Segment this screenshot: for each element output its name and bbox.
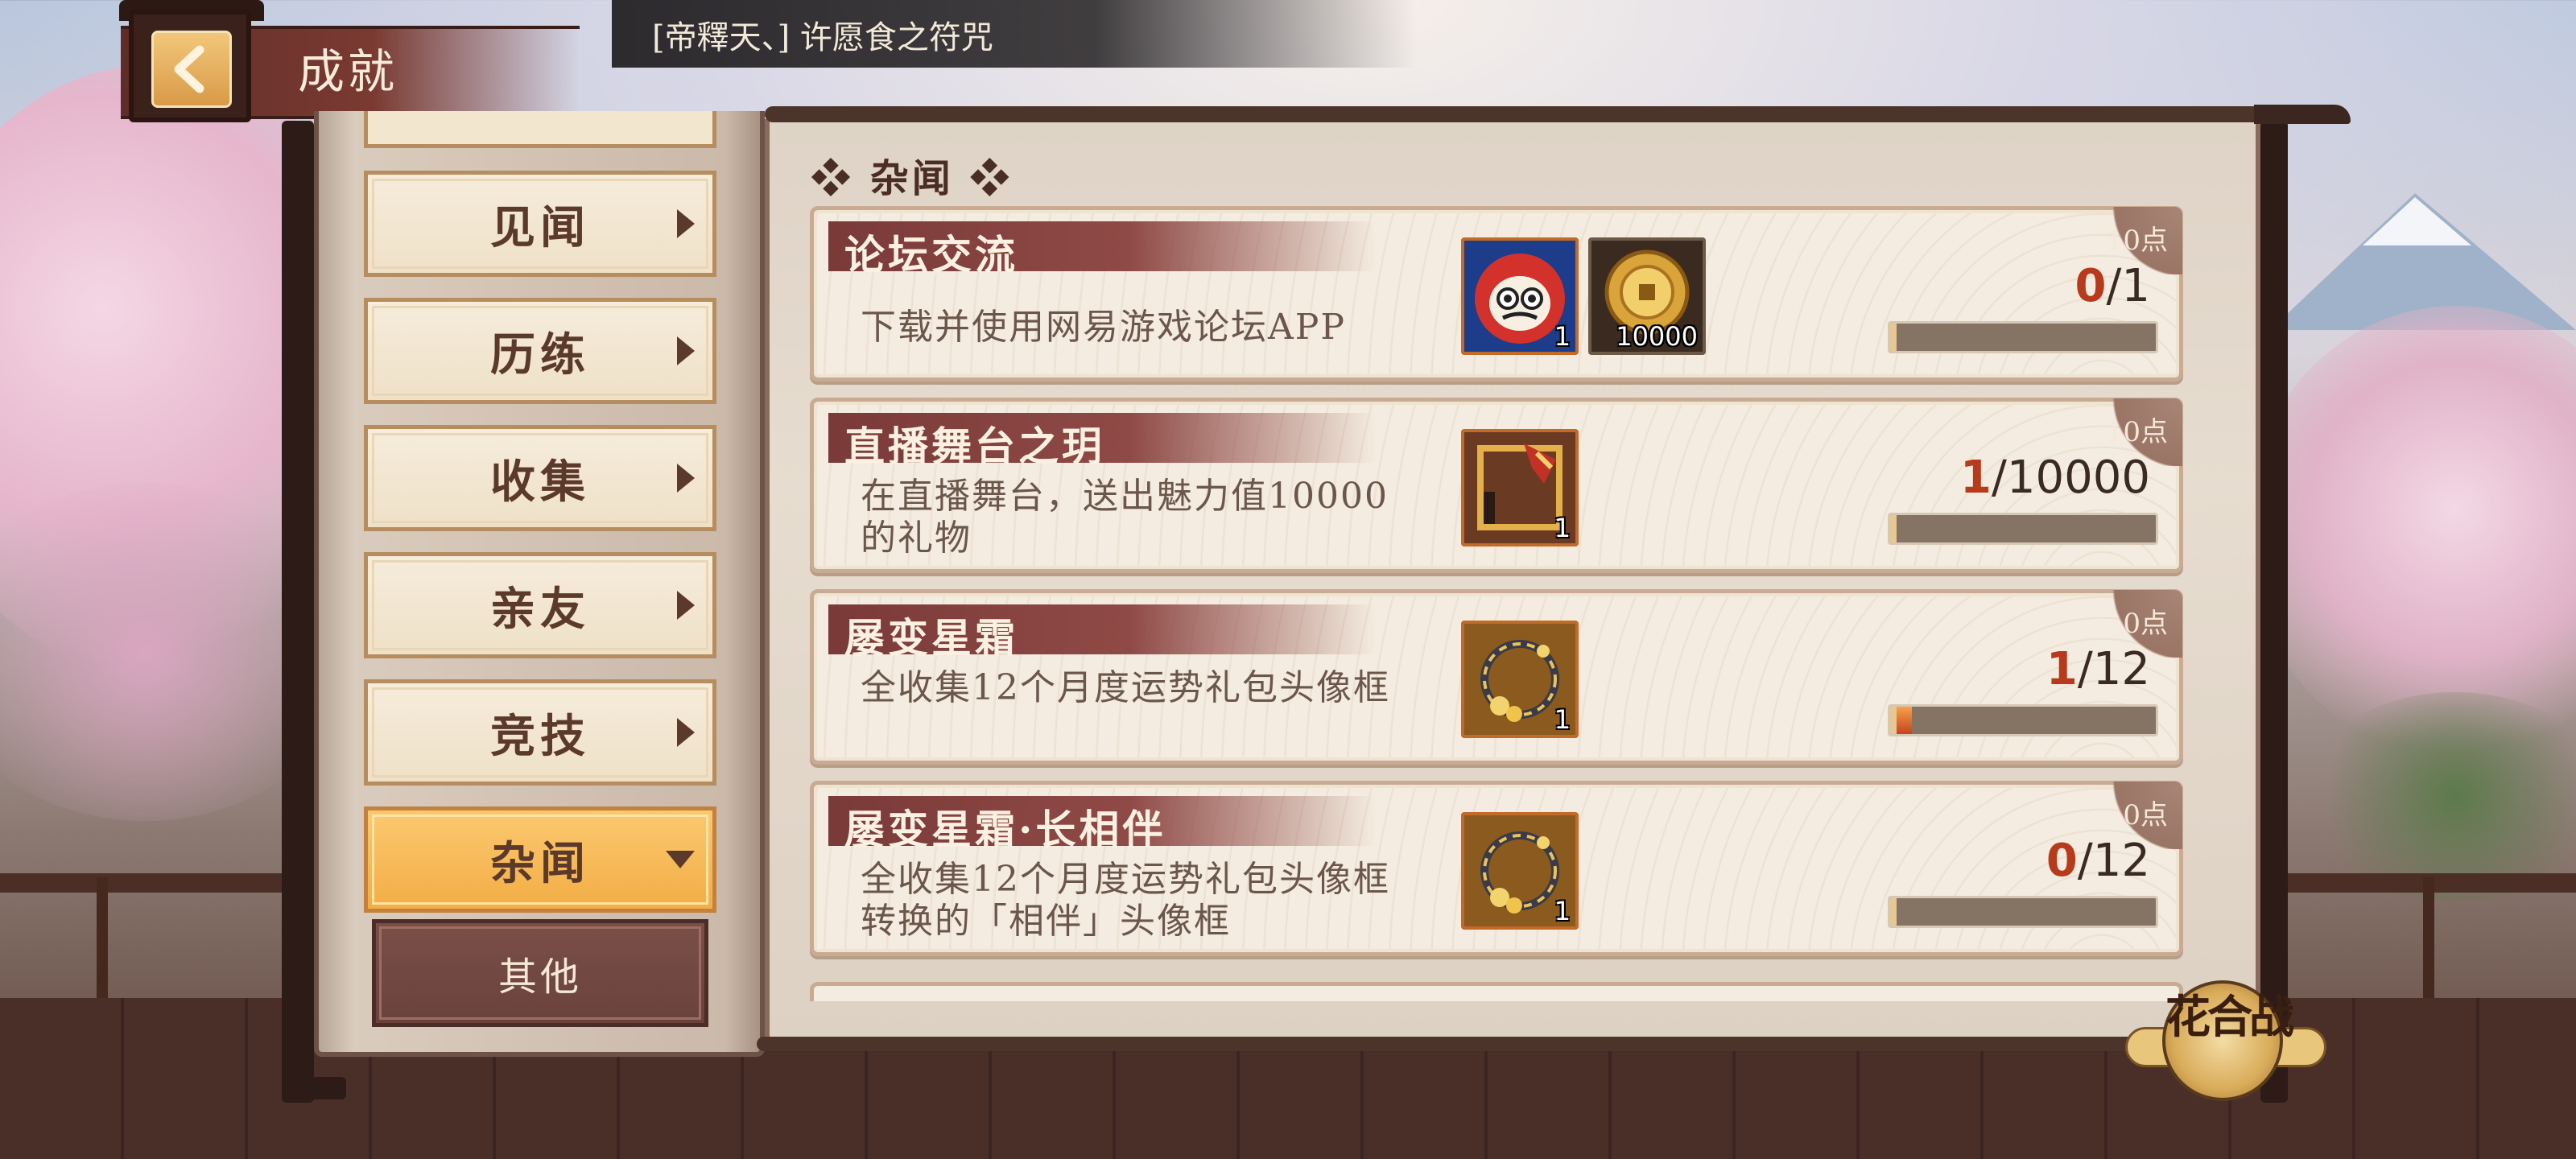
event-button-label: 花合战 bbox=[2165, 991, 2294, 1044]
reward-item[interactable]: 1 bbox=[1461, 621, 1579, 738]
progress-bar bbox=[1888, 321, 2158, 353]
main-scroll-rod bbox=[2260, 121, 2288, 1103]
sidebar-scroll-foot bbox=[282, 1077, 346, 1099]
points-label: 10点 bbox=[2105, 225, 2168, 257]
railing-post bbox=[97, 877, 108, 998]
progress-bar-cap bbox=[1890, 707, 1897, 734]
page-title: 成就 bbox=[298, 44, 398, 99]
mountain-scenery bbox=[2270, 193, 2576, 330]
reward-count: 10000 bbox=[1616, 321, 1698, 352]
achievement-card-partial[interactable] bbox=[810, 982, 2183, 1001]
sidebar-tab-partial[interactable] bbox=[364, 111, 716, 148]
back-arrow-icon bbox=[174, 45, 204, 93]
sidebar-tab-lilian[interactable]: 历练 bbox=[364, 298, 716, 404]
progress-current: 0 bbox=[2046, 835, 2078, 887]
sidebar-tab-label: 竞技 bbox=[490, 709, 590, 763]
cherry-blossom-right bbox=[2246, 306, 2576, 757]
section-title: ❖ 杂闻 ❖ bbox=[811, 156, 1013, 201]
main-scroll-top-rod bbox=[765, 106, 2286, 122]
chevron-right-icon bbox=[677, 336, 695, 365]
achievement-name: 论坛交流 bbox=[844, 231, 1018, 278]
progress-bar bbox=[1888, 704, 2158, 736]
achievement-description: 全收集12个月度运势礼包头像框转换的「相伴」头像框 bbox=[861, 859, 1390, 942]
sidebar-tab-jianwen[interactable]: 见闻 bbox=[364, 171, 716, 277]
main-scroll-cap bbox=[2254, 105, 2351, 124]
railing-post bbox=[2423, 877, 2434, 998]
hanafuda-event-button[interactable]: 花合战 bbox=[2125, 974, 2326, 1103]
reward-item[interactable]: 1 bbox=[1461, 429, 1579, 547]
chevron-down-icon bbox=[666, 851, 695, 868]
railing-right bbox=[2278, 873, 2576, 893]
player-name: [帝釋天、] 许愿食之符咒 bbox=[652, 19, 993, 56]
progress-current: 1 bbox=[2046, 643, 2078, 695]
sidebar-tab-shouji[interactable]: 收集 bbox=[364, 425, 716, 531]
achievement-card[interactable]: 屡变星霜·长相伴 全收集12个月度运势礼包头像框转换的「相伴」头像框 1 0/1… bbox=[810, 781, 2183, 956]
progress-bar bbox=[1888, 896, 2158, 928]
chevron-right-icon bbox=[677, 718, 695, 747]
progress-bar-cap bbox=[1890, 324, 1897, 351]
reward-count: 1 bbox=[1554, 896, 1571, 926]
sidebar-tab-label: 杂闻 bbox=[490, 836, 590, 890]
achievement-description: 下载并使用网易游戏论坛APP bbox=[861, 307, 1346, 348]
achievement-name: 屡变星霜·长相伴 bbox=[844, 806, 1166, 853]
sidebar-tab-zawen[interactable]: 杂闻 bbox=[364, 806, 716, 913]
sidebar-tab-label: 见闻 bbox=[490, 200, 590, 254]
points-label: 0点 bbox=[2123, 608, 2168, 640]
points-label: 0点 bbox=[2123, 799, 2168, 831]
reward-item[interactable]: 1 bbox=[1461, 237, 1579, 355]
achievement-description: 全收集12个月度运势礼包头像框 bbox=[861, 667, 1390, 708]
reward-item[interactable]: 10000 bbox=[1588, 237, 1706, 355]
chevron-right-icon bbox=[677, 464, 695, 493]
sidebar-subtab-label: 其他 bbox=[497, 955, 582, 1000]
progress-bar-cap bbox=[1890, 515, 1897, 542]
achievement-card[interactable]: 论坛交流 下载并使用网易游戏论坛APP 1 10000 0/1 10点 bbox=[810, 206, 2183, 382]
sidebar-tab-jingji[interactable]: 竞技 bbox=[364, 679, 716, 786]
reward-count: 1 bbox=[1554, 321, 1571, 352]
sidebar-tab-qinyou[interactable]: 亲友 bbox=[364, 552, 716, 658]
achievement-name: 屡变星霜 bbox=[844, 614, 1018, 662]
achievement-card[interactable]: 屡变星霜 全收集12个月度运势礼包头像框 1 1/12 0点 bbox=[810, 589, 2183, 765]
chevron-right-icon bbox=[677, 591, 695, 620]
achievement-description: 在直播舞台，送出魅力值10000的礼物 bbox=[861, 476, 1389, 559]
reward-count: 1 bbox=[1554, 513, 1571, 543]
sidebar-tab-label: 历练 bbox=[490, 328, 590, 382]
sidebar-tab-label: 亲友 bbox=[490, 582, 590, 636]
points-label: 10点 bbox=[2105, 416, 2168, 448]
back-button[interactable] bbox=[151, 31, 232, 108]
sidebar-subtab-qita[interactable]: 其他 bbox=[372, 919, 708, 1027]
pine-tree-right bbox=[2302, 692, 2576, 901]
progress-current: 1 bbox=[1960, 452, 1992, 504]
sidebar-tab-label: 收集 bbox=[490, 455, 590, 509]
reward-item[interactable]: 1 bbox=[1461, 812, 1579, 930]
achievement-name: 直播舞台之玥 bbox=[844, 423, 1105, 470]
chevron-right-icon bbox=[677, 209, 695, 238]
reward-count: 1 bbox=[1554, 704, 1571, 735]
sidebar-scroll-rod bbox=[282, 121, 314, 1103]
progress-bar-cap bbox=[1890, 898, 1897, 926]
railing-left bbox=[0, 873, 306, 893]
achievement-card[interactable]: 直播舞台之玥 在直播舞台，送出魅力值10000的礼物 1 1/10000 10点 bbox=[810, 398, 2183, 573]
main-scroll-bottom-rod bbox=[757, 1037, 2270, 1051]
mountain-snowcap bbox=[2363, 197, 2471, 245]
progress-bar bbox=[1888, 513, 2158, 545]
